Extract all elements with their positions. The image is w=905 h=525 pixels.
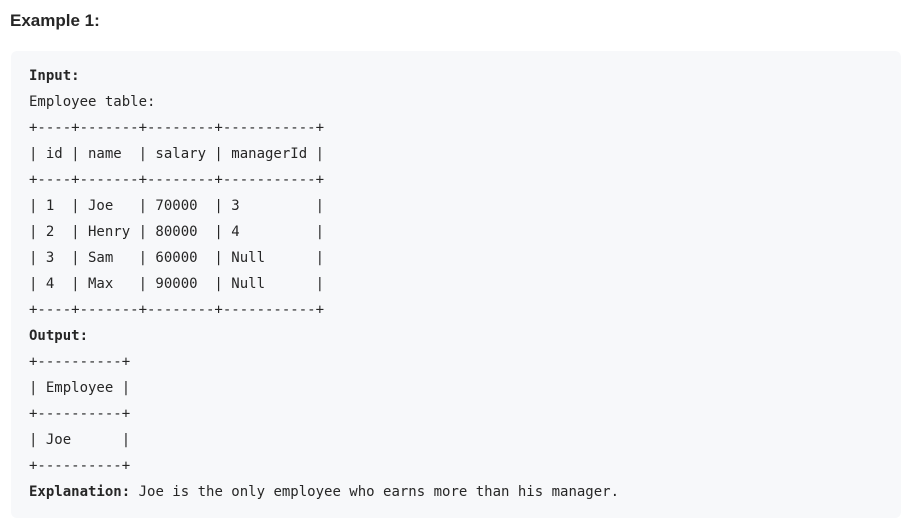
table-caption: Employee table: <box>29 94 156 110</box>
example-heading: Example 1: <box>10 11 100 30</box>
output-table-border-top: +----------+ <box>29 354 131 370</box>
input-table-border-bottom: +----+-------+--------+-----------+ <box>29 302 325 318</box>
input-label: Input: <box>29 68 80 84</box>
explanation-label: Explanation: <box>29 484 131 500</box>
input-table-header-row: | id | name | salary | managerId | <box>29 146 325 162</box>
output-table-header-row: | Employee | <box>29 380 131 396</box>
input-table-row: | 1 | Joe | 70000 | 3 | <box>29 198 325 214</box>
output-table-border-mid: +----------+ <box>29 406 131 422</box>
input-table-border-mid: +----+-------+--------+-----------+ <box>29 172 325 188</box>
explanation-text: Joe is the only employee who earns more … <box>130 484 620 500</box>
explanation-line: Explanation: Joe is the only employee wh… <box>29 482 619 502</box>
output-table-border-bottom: +----------+ <box>29 458 131 474</box>
input-table-border-top: +----+-------+--------+-----------+ <box>29 120 325 136</box>
input-table-row: | 3 | Sam | 60000 | Null | <box>29 250 325 266</box>
input-table-row: | 2 | Henry | 80000 | 4 | <box>29 224 325 240</box>
output-table-row: | Joe | <box>29 432 131 448</box>
input-table-row: | 4 | Max | 90000 | Null | <box>29 276 325 292</box>
example-code-block: Input: Employee table: +----+-------+---… <box>11 51 901 518</box>
output-label: Output: <box>29 328 89 344</box>
